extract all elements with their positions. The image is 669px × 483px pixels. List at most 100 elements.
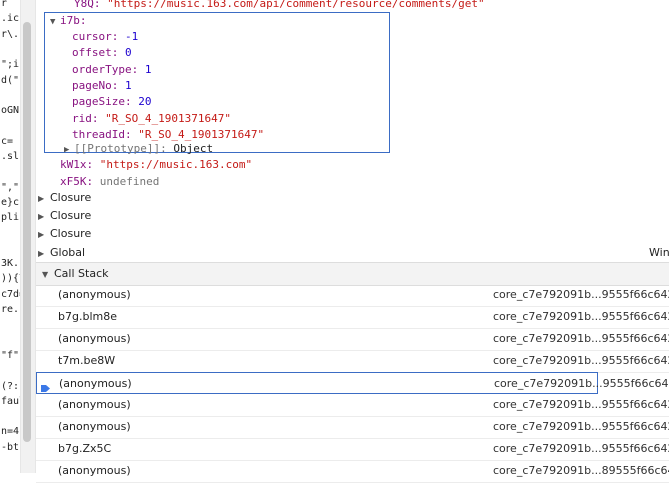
code-line: .ic xyxy=(1,13,20,25)
object-property-row[interactable]: rid: "R_SO_4_1901371647" xyxy=(72,112,231,126)
scope-section-closure[interactable]: ▶ Closure xyxy=(38,225,91,243)
expand-triangle-icon[interactable]: ▼ xyxy=(50,15,60,29)
call-stack-frame[interactable]: (anonymous) core_c7e792091b...9555f66c642… xyxy=(36,416,669,439)
frame-function-name: (anonymous) xyxy=(58,288,131,301)
property-key: threadId xyxy=(72,127,125,141)
collapse-triangle-icon[interactable]: ▶ xyxy=(64,143,74,157)
code-line: n=4} xyxy=(1,426,20,438)
scope-var-y8q[interactable]: Y8Q: "https://music.163.com/api/comment/… xyxy=(74,0,485,11)
property-value: 1 xyxy=(125,78,132,92)
frame-source-location[interactable]: core_c7e792091b...9555f66c642:9 xyxy=(493,350,669,372)
scope-section-global[interactable]: ▶ Global xyxy=(38,244,85,262)
prototype-value: Object xyxy=(173,142,214,155)
call-stack-frame[interactable]: b7g.blm8e core_c7e792091b...9555f66c642:6 xyxy=(36,306,669,329)
code-line: pli xyxy=(1,212,20,224)
property-key: offset xyxy=(72,46,112,60)
code-line: e}c xyxy=(1,196,20,208)
property-value: 1 xyxy=(144,62,152,76)
code-line: (?: xyxy=(1,380,20,392)
code-line: oGN xyxy=(1,105,20,117)
call-stack-frame[interactable]: b7g.Zx5C core_c7e792091b...9555f66c642:6 xyxy=(36,438,669,461)
object-property-row[interactable]: pageNo: 1 xyxy=(72,79,132,93)
property-value: "R_SO_4_1901371647" xyxy=(105,111,231,125)
property-value: -1 xyxy=(125,30,139,43)
scope-object-i7b[interactable]: ▼ i7b: xyxy=(50,14,87,29)
call-stack-frame[interactable]: (anonymous) core_c7e792091b...89555f66c64… xyxy=(36,460,669,483)
frame-source-location[interactable]: core_c7e792091b...9555f66c642:3 xyxy=(493,328,669,350)
var-key: xF5K xyxy=(60,175,87,188)
object-name: i7b xyxy=(60,14,80,27)
code-line: "f") xyxy=(1,349,20,361)
code-line: d(" xyxy=(1,74,20,86)
property-value: "R_SO_4_1901371647" xyxy=(138,127,265,141)
scope-section-closure[interactable]: ▶ Closure xyxy=(38,189,91,207)
code-line: re.k xyxy=(1,304,20,315)
frame-function-name: b7g.blm8e xyxy=(58,310,117,323)
call-stack-frame[interactable]: (anonymous) core_c7e792091b...9555f66c642… xyxy=(36,328,669,351)
object-property-row[interactable]: threadId: "R_SO_4_1901371647" xyxy=(72,128,264,142)
code-line: 3K.s xyxy=(1,258,20,270)
property-key: pageSize xyxy=(72,95,125,109)
expand-triangle-icon[interactable]: ▶ xyxy=(38,208,50,226)
scrollbar-thumb[interactable] xyxy=(23,22,31,442)
frame-source-location[interactable]: core_c7e792091b...9555f66c642:6 xyxy=(493,306,669,328)
frame-function-name: (anonymous) xyxy=(58,398,131,411)
source-code-strip: r .ic r\. ";i d(" oGN c= .sl "," e}c pli 3K.s )){\ c7… xyxy=(0,0,20,473)
expand-triangle-icon[interactable]: ▶ xyxy=(38,190,50,208)
var-key: kW1x xyxy=(60,158,87,171)
frame-source-location[interactable]: core_c7e792091b...89555f66c642:6 xyxy=(493,460,669,482)
var-value: "https://music.163.com" xyxy=(99,158,253,171)
call-stack-frame[interactable]: (anonymous) core_c7e792091b...9555f66c642… xyxy=(36,394,669,417)
global-value-truncated: Win xyxy=(649,246,669,259)
frame-source-location[interactable]: core_c7e792091b...9555f66c642:6 xyxy=(493,416,669,438)
scope-section-closure[interactable]: ▶ Closure xyxy=(38,207,91,225)
call-stack-frame[interactable]: t7m.be8W core_c7e792091b...9555f66c642:9 xyxy=(36,350,669,373)
code-line: r xyxy=(1,0,8,9)
code-line: "," xyxy=(1,181,20,193)
object-property-row[interactable]: cursor: -1 xyxy=(72,30,138,44)
call-stack-frame[interactable]: (anonymous) core_c7e792091b...9555f66c642… xyxy=(36,284,669,307)
property-value: 0 xyxy=(125,46,132,60)
code-line: ";i xyxy=(1,59,20,71)
prototype-label: [[Prototype]] xyxy=(74,142,161,155)
scope-var-kw1x[interactable]: kW1x: "https://music.163.com" xyxy=(60,158,252,172)
frame-function-name: b7g.Zx5C xyxy=(58,442,112,455)
call-stack-frame[interactable]: (anonymous) core_c7e792091b...9555f66c642… xyxy=(36,372,669,394)
prototype-row[interactable]: ▶ [[Prototype]]: Object xyxy=(64,142,213,157)
object-property-row[interactable]: offset: 0 xyxy=(72,46,132,60)
collapse-triangle-icon[interactable]: ▼ xyxy=(42,264,54,286)
frame-source-location[interactable]: core_c7e792091b...9555f66c642:2 xyxy=(493,284,669,306)
property-key: rid xyxy=(72,111,92,125)
frame-source-location[interactable]: core_c7e792091b...9555f66c642:6 xyxy=(493,394,669,416)
code-line: .sl xyxy=(1,151,20,162)
scope-var-xf5k[interactable]: xF5K: undefined xyxy=(60,175,159,189)
code-line: c= xyxy=(1,135,14,147)
code-line: r\. xyxy=(1,28,20,40)
call-stack-header[interactable]: ▼ Call Stack xyxy=(36,262,669,286)
property-key: cursor xyxy=(72,30,112,43)
expand-triangle-icon[interactable]: ▶ xyxy=(38,245,50,263)
scope-section-label: Closure xyxy=(50,191,92,204)
var-key: Y8Q xyxy=(74,0,94,10)
frame-function-name: (anonymous) xyxy=(58,464,131,477)
code-line: -bt xyxy=(1,441,20,453)
frame-function-name: (anonymous) xyxy=(58,332,131,345)
code-line: faul xyxy=(1,395,20,407)
frame-source-location[interactable]: core_c7e792091b...9555f66c642:6 xyxy=(494,373,669,395)
frame-function-name: t7m.be8W xyxy=(58,354,116,367)
code-line: c7d= xyxy=(1,288,20,300)
call-stack-title: Call Stack xyxy=(54,267,109,280)
scope-section-label: Closure xyxy=(50,209,92,223)
scope-section-label: Closure xyxy=(50,227,92,241)
current-frame-pointer-icon xyxy=(41,379,50,392)
frame-function-name: (anonymous) xyxy=(59,377,132,390)
var-value: "https://music.163.com/api/comment/resou… xyxy=(107,0,485,10)
frame-function-name: (anonymous) xyxy=(58,420,131,433)
frame-source-location[interactable]: core_c7e792091b...9555f66c642:6 xyxy=(493,438,669,460)
object-property-row[interactable]: orderType: 1 xyxy=(72,63,151,77)
object-property-row[interactable]: pageSize: 20 xyxy=(72,95,151,109)
code-line: )){\ xyxy=(1,273,20,285)
var-value: undefined xyxy=(99,175,160,188)
expand-triangle-icon[interactable]: ▶ xyxy=(38,226,50,244)
property-key: pageNo xyxy=(72,78,112,92)
